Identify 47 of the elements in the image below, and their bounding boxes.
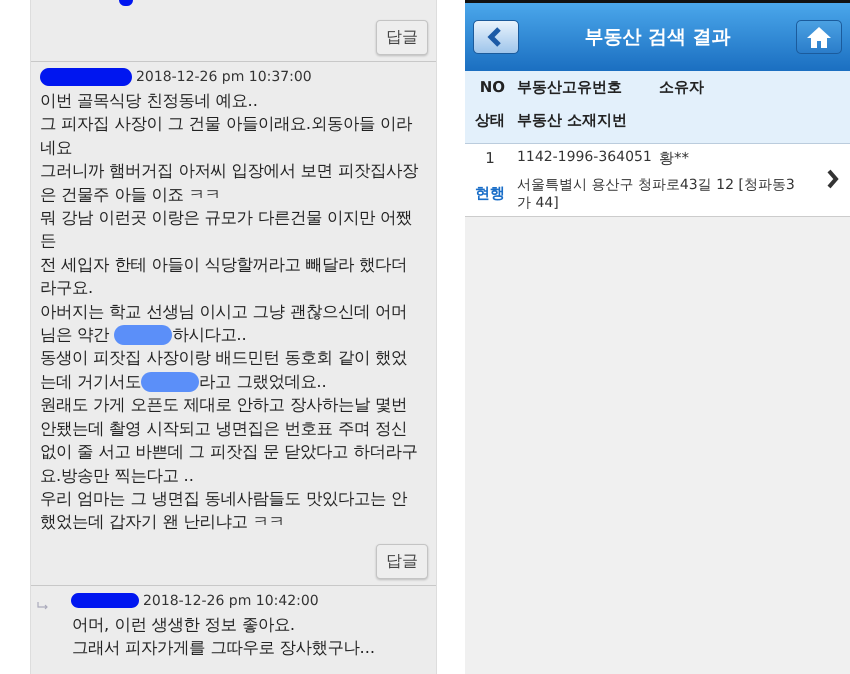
comment-text: 은 건물주 아들 이죠 ㅋㅋ <box>40 184 221 206</box>
row-number: 1 <box>484 149 496 167</box>
comment-text: 라구요. <box>40 277 94 300</box>
comment-text: 라고 그랬었데요.. <box>199 370 327 393</box>
comment-text: 든 <box>40 230 56 252</box>
reply-arrow-icon <box>37 602 49 610</box>
comment-timestamp: 2018-12-26 pm 10:37:00 <box>136 69 312 85</box>
comment-text: 했었는데 갑자기 왠 난리냐고 ㅋㅋ <box>40 511 285 534</box>
column-label: NO <box>478 78 505 96</box>
back-button[interactable] <box>473 20 519 54</box>
page-title: 부동산 검색 결과 <box>584 25 731 50</box>
comment-text: 님은 약간 <box>40 324 110 346</box>
comment-text: 전 세입자 한테 아들이 식당할꺼라고 빼달라 했다더 <box>40 254 408 276</box>
comment-text: 하시다고.. <box>172 324 247 346</box>
result-row[interactable]: 1 1142-1996-364051 황** 현행 서울특별시 용산구 청파로43길 12 [청파동3가 44] <box>465 144 850 217</box>
comment-text: 는데 거기서도 <box>40 370 142 393</box>
comment-text: 원래도 가게 오픈도 제대로 안하고 장사하는날 몇번 <box>40 394 408 416</box>
redaction-mark <box>141 372 200 392</box>
status-label: 현행 <box>474 183 505 204</box>
reply-button[interactable]: 답글 <box>376 544 428 579</box>
comment-timestamp: 2018-12-26 pm 10:42:00 <box>143 592 319 609</box>
comment-text: 우리 엄마는 그 냉면집 동네사람들도 맛있다고는 안 <box>40 488 408 510</box>
owner-name: 황** <box>659 149 689 168</box>
column-label: 부동산 소재지번 <box>517 111 628 130</box>
column-label: 상태 <box>474 111 505 130</box>
column-label: 부동산고유번호 <box>517 78 623 97</box>
comment-text: 그래서 피자가게를 그따우로 장사했구나... <box>72 637 376 660</box>
comment-text: 없이 줄 서고 바쁜데 그 피잣집 문 닫았다고 하더라구 <box>40 441 418 464</box>
reply-button[interactable]: 답글 <box>376 20 428 55</box>
comment-text: 안됐는데 촬영 시작되고 냉면집은 번호표 주며 정신 <box>40 418 408 440</box>
comment-text: 아버지는 학교 선생님 이시고 그냥 괜찮으신데 어머 <box>40 300 408 323</box>
redaction-mark <box>114 324 172 345</box>
comment-text: 그러니까 햄버거집 아저씨 입장에서 보면 피잣집사장 <box>40 160 418 182</box>
home-icon <box>806 25 832 49</box>
comment-text: 동생이 피잣집 사장이랑 배드민턴 동호회 같이 했었 <box>40 347 408 370</box>
redaction-mark <box>71 593 139 608</box>
comment-text: 뭐 강남 이런곳 이랑은 규모가 다른건물 이지만 어쨌 <box>40 207 412 230</box>
property-address: 서울특별시 용산구 청파로43길 12 [청파동3가 44] <box>517 176 796 212</box>
comment-text: 그 피자집 사장이 그 건물 아들이래요.외동아들 이라 <box>40 113 412 136</box>
property-number: 1142-1996-364051 <box>517 149 653 165</box>
comment-text: 요.방송만 찍는다고 .. <box>40 464 194 486</box>
comment-text: 어머, 이런 생생한 정보 좋아요. <box>72 614 296 636</box>
comment-text: 네요 <box>40 136 72 159</box>
chevron-right-icon <box>826 168 840 190</box>
comment-text: 이번 골목식당 친정동네 예요.. <box>40 90 258 112</box>
home-button[interactable] <box>796 20 842 54</box>
column-label: 소유자 <box>659 78 704 97</box>
